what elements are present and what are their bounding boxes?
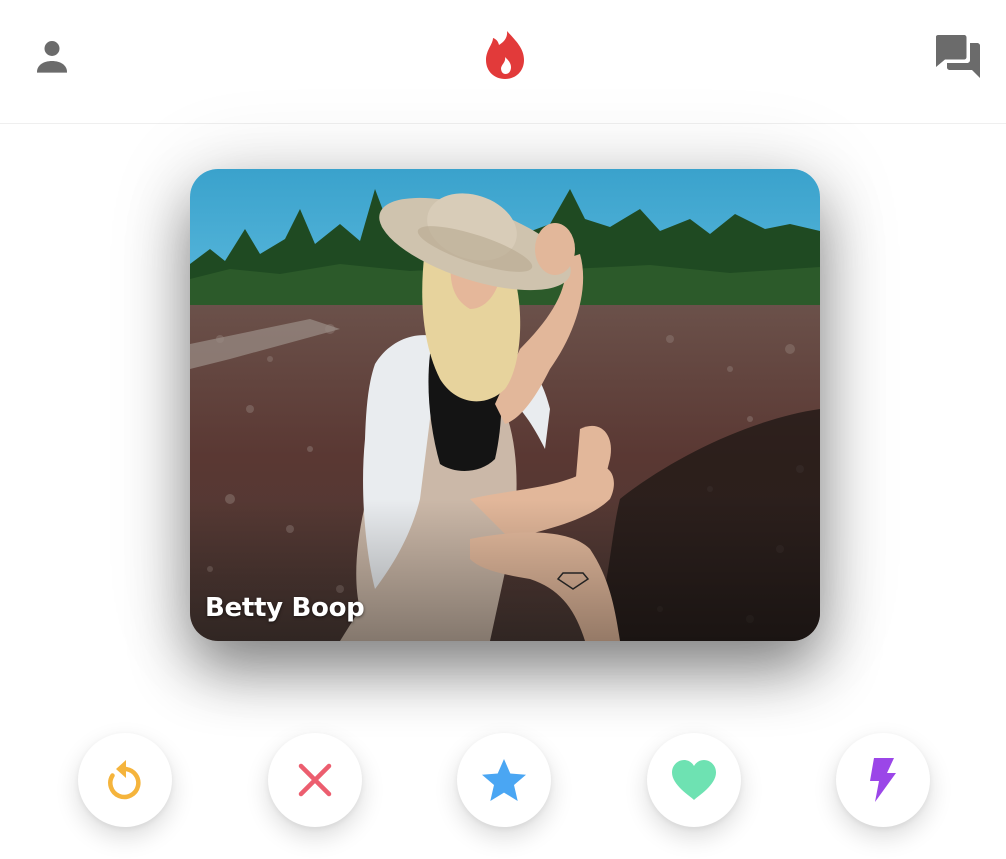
- rewind-icon: [108, 760, 141, 800]
- profile-button[interactable]: [26, 30, 78, 82]
- messages-button[interactable]: [928, 28, 988, 84]
- nope-button[interactable]: [268, 733, 362, 827]
- app-root: Betty Boop: [0, 0, 1006, 859]
- star-icon: [482, 759, 526, 801]
- app-logo: [477, 27, 533, 83]
- chat-bubbles-icon: [936, 35, 980, 78]
- like-button[interactable]: [647, 733, 741, 827]
- heart-icon: [672, 760, 716, 800]
- profile-photo: [190, 169, 820, 641]
- person-icon: [37, 41, 67, 73]
- profile-name: Betty Boop: [205, 593, 365, 623]
- flame-icon: [486, 31, 524, 79]
- boost-button[interactable]: [836, 733, 930, 827]
- lightning-icon: [870, 758, 896, 802]
- top-bar: [0, 0, 1006, 124]
- superlike-button[interactable]: [457, 733, 551, 827]
- close-icon: [298, 763, 332, 797]
- profile-card[interactable]: Betty Boop: [190, 169, 820, 641]
- rewind-button[interactable]: [78, 733, 172, 827]
